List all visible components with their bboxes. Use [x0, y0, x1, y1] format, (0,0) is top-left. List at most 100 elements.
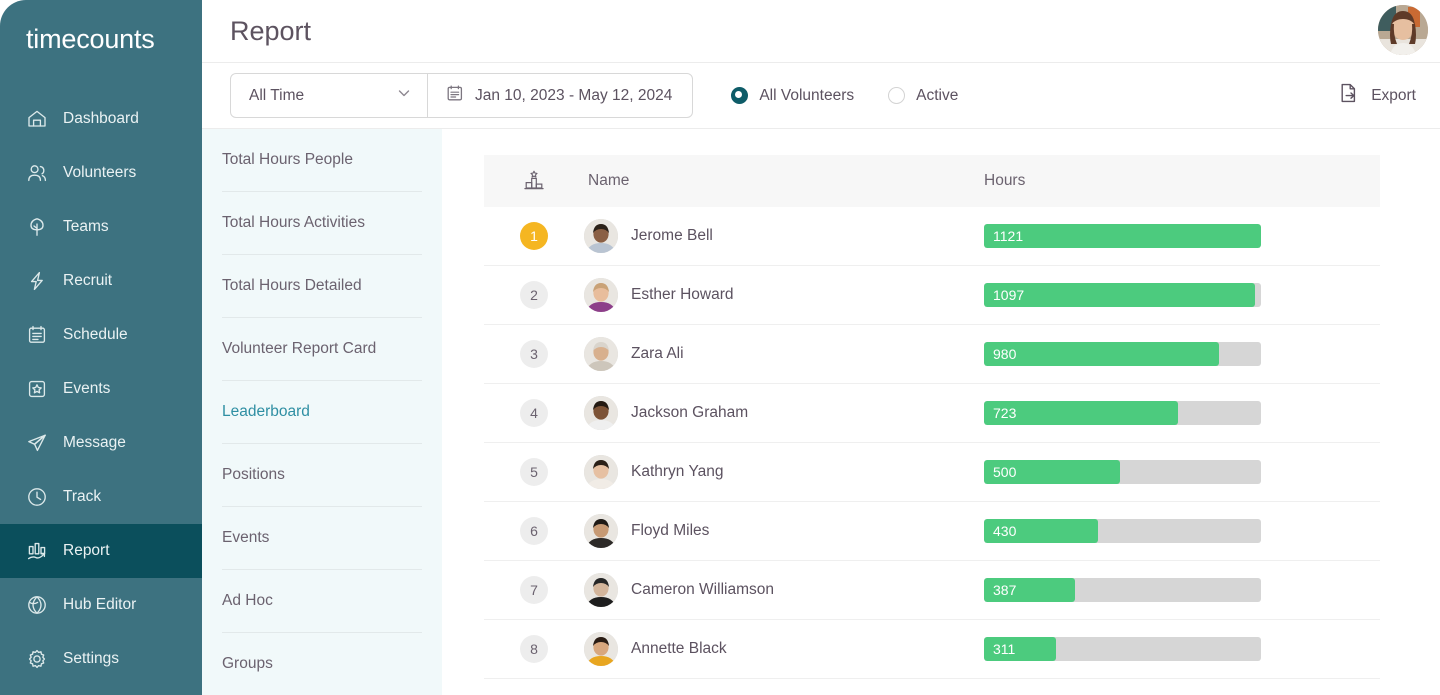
top-bar: Report [202, 0, 1440, 63]
time-range-select[interactable]: All Time [231, 74, 428, 117]
gear-icon [26, 648, 48, 670]
sidebar-item-events[interactable]: Events [0, 362, 202, 416]
subnav-item-events[interactable]: Events [222, 507, 422, 570]
volunteer-name: Esther Howard [631, 286, 734, 304]
rank-badge: 5 [520, 458, 548, 486]
rank-badge: 4 [520, 399, 548, 427]
sidebar-item-schedule[interactable]: Schedule [0, 308, 202, 362]
table-row[interactable]: 3 Zara Ali 980 [484, 325, 1380, 384]
subnav-item-total-hours-people[interactable]: Total Hours People [222, 129, 422, 192]
calendar-icon [446, 84, 464, 107]
content-body: Total Hours PeopleTotal Hours Activities… [202, 129, 1440, 695]
table-header-row: Name Hours [484, 155, 1380, 207]
sidebar-item-report[interactable]: Report [0, 524, 202, 578]
date-range-picker[interactable]: Jan 10, 2023 - May 12, 2024 [428, 74, 692, 117]
rank-cell: 8 [484, 635, 584, 663]
volunteer-name: Zara Ali [631, 345, 684, 363]
volunteer-filter-radios: All Volunteers Active [731, 87, 958, 105]
sidebar-item-dashboard[interactable]: Dashboard [0, 92, 202, 146]
table-row[interactable]: 4Jackson Graham723 [484, 384, 1380, 443]
main-area: Report All Time [202, 0, 1440, 695]
report-subnav: Total Hours PeopleTotal Hours Activities… [202, 129, 442, 695]
subnav-item-ad-hoc[interactable]: Ad Hoc [222, 570, 422, 633]
hours-bar-fill: 500 [984, 460, 1120, 484]
hours-cell: 1097 [984, 283, 1380, 307]
sidebar-item-settings[interactable]: Settings [0, 632, 202, 686]
hours-cell: 980 [984, 342, 1380, 366]
name-cell: Kathryn Yang [584, 455, 984, 489]
clock-icon [26, 486, 48, 508]
hours-bar-track: 1097 [984, 283, 1261, 307]
sidebar-item-teams[interactable]: Teams [0, 200, 202, 254]
volunteer-name: Jerome Bell [631, 227, 713, 245]
avatar [584, 573, 618, 607]
volunteer-name: Jackson Graham [631, 404, 748, 422]
sidebar-item-label: Report [63, 542, 110, 560]
hours-bar-fill: 980 [984, 342, 1219, 366]
sidebar-item-label: Schedule [63, 326, 128, 344]
subnav-item-leaderboard[interactable]: Leaderboard [222, 381, 422, 444]
sidebar-item-label: Volunteers [63, 164, 136, 182]
name-cell: Annette Black [584, 632, 984, 666]
sidebar-item-message[interactable]: Message [0, 416, 202, 470]
table-row[interactable]: 2 Esther Howard 1097 [484, 266, 1380, 325]
name-cell: Floyd Miles [584, 514, 984, 548]
brand-logo[interactable]: timecounts [0, 0, 202, 86]
hours-bar-fill: 430 [984, 519, 1098, 543]
sidebar-item-label: Hub Editor [63, 596, 136, 614]
table-row[interactable]: 1Jerome Bell1121 [484, 207, 1380, 266]
volunteer-name: Floyd Miles [631, 522, 709, 540]
radio-all-volunteers[interactable]: All Volunteers [731, 87, 854, 105]
volunteer-name: Cameron Williamson [631, 581, 774, 599]
hours-bar-track: 387 [984, 578, 1261, 602]
avatar [584, 337, 618, 371]
name-cell: Esther Howard [584, 278, 984, 312]
sidebar-item-hub-editor[interactable]: Hub Editor [0, 578, 202, 632]
hours-bar-fill: 311 [984, 637, 1056, 661]
rank-badge: 8 [520, 635, 548, 663]
hours-bar-track: 311 [984, 637, 1261, 661]
column-header-hours: Hours [984, 172, 1380, 190]
primary-sidebar: timecounts Dashboard Volunteers Teams Recru… [0, 0, 202, 695]
sidebar-item-volunteers[interactable]: Volunteers [0, 146, 202, 200]
podium-icon [484, 169, 584, 193]
bar-chart-icon [26, 540, 48, 562]
table-row[interactable]: 7Cameron Williamson387 [484, 561, 1380, 620]
avatar[interactable] [1378, 5, 1428, 55]
sidebar-item-label: Track [63, 488, 101, 506]
hours-cell: 1121 [984, 224, 1380, 248]
subnav-item-total-hours-activities[interactable]: Total Hours Activities [222, 192, 422, 255]
bolt-icon [26, 270, 48, 292]
date-range-value: Jan 10, 2023 - May 12, 2024 [475, 87, 672, 105]
radio-active[interactable]: Active [888, 87, 958, 105]
rank-badge: 2 [520, 281, 548, 309]
rank-cell: 3 [484, 340, 584, 368]
people-icon [26, 162, 48, 184]
subnav-item-positions[interactable]: Positions [222, 444, 422, 507]
sidebar-item-track[interactable]: Track [0, 470, 202, 524]
page-title: Report [230, 16, 311, 47]
sidebar-item-label: Dashboard [63, 110, 139, 128]
table-body: 1Jerome Bell11212Esther Howard10973Zara … [484, 207, 1380, 679]
sidebar-item-label: Teams [63, 218, 109, 236]
hours-cell: 387 [984, 578, 1380, 602]
radio-label: All Volunteers [759, 87, 854, 105]
export-button[interactable]: Export [1338, 82, 1416, 109]
name-cell: Jackson Graham [584, 396, 984, 430]
table-row[interactable]: 5 Kathryn Yang500 [484, 443, 1380, 502]
leaderboard-table: Name Hours 1Jerome Bell11212Esther Howar… [484, 155, 1380, 679]
table-row[interactable]: 6 Floyd Miles 430 [484, 502, 1380, 561]
hours-cell: 311 [984, 637, 1380, 661]
name-cell: Jerome Bell [584, 219, 984, 253]
rank-badge: 6 [520, 517, 548, 545]
sidebar-item-label: Events [63, 380, 110, 398]
table-row[interactable]: 8 Annette Black311 [484, 620, 1380, 679]
export-label: Export [1371, 87, 1416, 105]
name-cell: Zara Ali [584, 337, 984, 371]
sidebar-item-label: Settings [63, 650, 119, 668]
subnav-item-volunteer-report-card[interactable]: Volunteer Report Card [222, 318, 422, 381]
rank-cell: 4 [484, 399, 584, 427]
subnav-item-groups[interactable]: Groups [222, 633, 422, 695]
subnav-item-total-hours-detailed[interactable]: Total Hours Detailed [222, 255, 422, 318]
sidebar-item-recruit[interactable]: Recruit [0, 254, 202, 308]
